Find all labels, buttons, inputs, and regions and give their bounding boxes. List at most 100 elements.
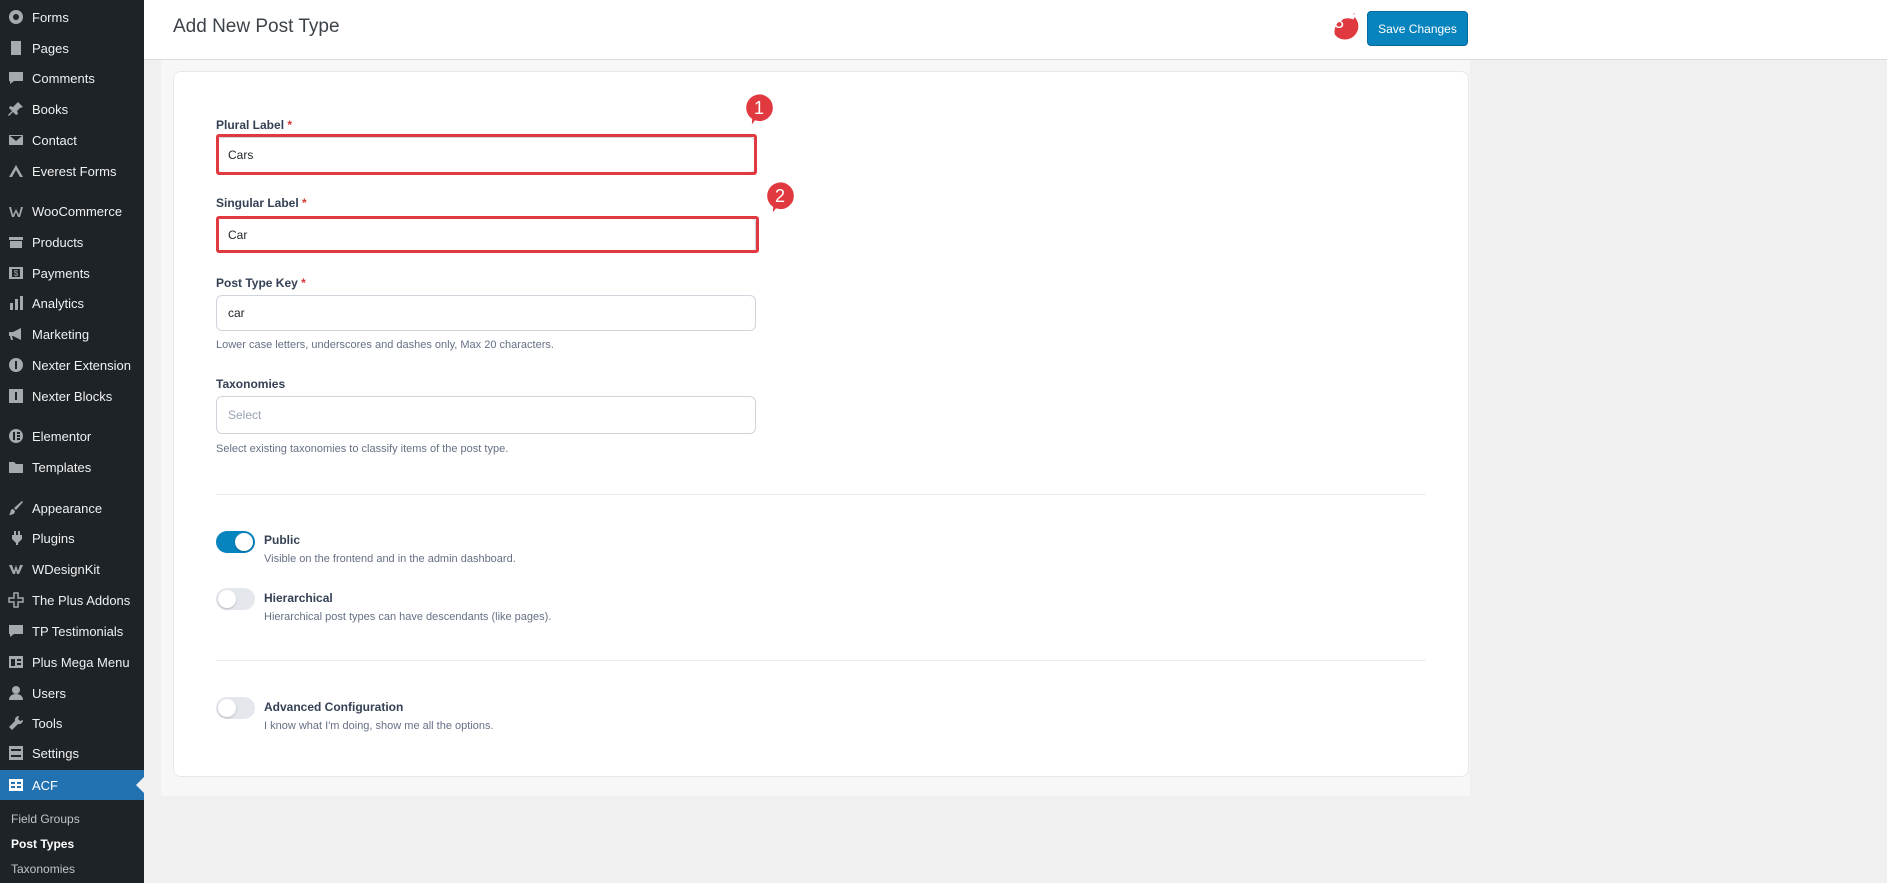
toggle-knob xyxy=(218,699,236,717)
section-divider xyxy=(216,660,1426,661)
sidebar-item-marketing[interactable]: Marketing xyxy=(0,320,144,348)
sidebar-item-label: Settings xyxy=(32,745,79,761)
advanced-configuration-desc: I know what I'm doing, show me all the o… xyxy=(264,720,494,732)
sidebar-item-label: Contact xyxy=(32,132,77,148)
plural-label-input[interactable] xyxy=(216,137,756,173)
hierarchical-toggle[interactable] xyxy=(216,588,255,610)
toggle-knob xyxy=(218,590,236,608)
taxonomies-heading: Taxonomies xyxy=(216,377,285,391)
sidebar-item-woocommerce[interactable]: WooCommerce xyxy=(0,197,144,225)
sidebar-item-books[interactable]: Books xyxy=(0,95,144,123)
sidebar-item-analytics[interactable]: Analytics xyxy=(0,289,144,317)
sidebar-item-nexter-extension[interactable]: Nexter Extension xyxy=(0,351,144,379)
sidebar-item-wdesignkit[interactable]: WDesignKit xyxy=(0,555,144,583)
paintbrush-icon xyxy=(7,499,25,517)
pages-icon xyxy=(7,39,25,57)
sidebar-item-label: Analytics xyxy=(32,295,85,311)
sidebar-item-settings[interactable]: Settings xyxy=(0,739,144,767)
step-marker-3: 3 xyxy=(1324,7,1360,42)
step-marker-number: 2 xyxy=(774,185,785,206)
step-marker-number: 3 xyxy=(1333,11,1344,32)
sidebar-item-label: Products xyxy=(32,234,84,250)
forms-icon xyxy=(7,8,25,26)
nexter-blocks-icon xyxy=(7,387,25,405)
sidebar-item-label: Nexter Blocks xyxy=(32,388,113,404)
page-title: Add New Post Type xyxy=(173,16,340,37)
acf-icon xyxy=(7,776,25,794)
sidebar-item-tools[interactable]: Tools xyxy=(0,709,144,737)
post-type-key-help: Lower case letters, underscores and dash… xyxy=(216,339,554,351)
post-type-key-input[interactable] xyxy=(216,295,756,331)
settings-icon xyxy=(7,744,25,762)
sidebar-item-payments[interactable]: $ Payments xyxy=(0,259,144,287)
sidebar-item-label: ACF xyxy=(32,777,58,793)
sidebar-item-label: Users xyxy=(32,685,66,701)
folder-icon xyxy=(7,458,25,476)
elementor-icon xyxy=(7,427,25,445)
sidebar-item-label: Tools xyxy=(32,715,63,731)
sidebar-item-label: Forms xyxy=(32,9,69,25)
section-divider xyxy=(216,494,1426,495)
sidebar-item-label: Pages xyxy=(32,40,69,56)
comments-icon xyxy=(7,69,25,87)
sidebar-item-label: WDesignKit xyxy=(32,561,100,577)
sidebar-item-appearance[interactable]: Appearance xyxy=(0,494,144,522)
singular-label-heading: Singular Label * xyxy=(216,196,307,210)
sidebar-item-tp-testimonials[interactable]: TP Testimonials xyxy=(0,617,144,645)
sidebar-item-label: Nexter Extension xyxy=(32,357,131,373)
mega-menu-icon xyxy=(7,653,25,671)
sidebar-item-everest-forms[interactable]: Everest Forms xyxy=(0,157,144,185)
taxonomies-label-text: Taxonomies xyxy=(216,377,286,391)
submenu-taxonomies[interactable]: Taxonomies xyxy=(11,862,75,876)
post-type-key-text: Post Type Key xyxy=(216,276,298,290)
sidebar-item-products[interactable]: Products xyxy=(0,228,144,256)
sidebar-item-label: Plugins xyxy=(32,530,75,546)
singular-label-text: Singular Label xyxy=(216,196,299,210)
submenu-post-types[interactable]: Post Types xyxy=(11,837,74,851)
sidebar-item-label: WooCommerce xyxy=(32,203,123,219)
testimonials-icon xyxy=(7,622,25,640)
singular-label-input[interactable] xyxy=(216,217,756,253)
sidebar-item-label: The Plus Addons xyxy=(32,592,131,608)
sidebar-item-acf[interactable]: ACF xyxy=(0,770,144,800)
required-marker: * xyxy=(301,276,306,290)
sidebar-item-pages[interactable]: Pages xyxy=(0,34,144,62)
sidebar-item-forms[interactable]: Forms xyxy=(0,3,144,31)
sidebar-item-the-plus-addons[interactable]: The Plus Addons xyxy=(0,586,144,614)
sidebar-item-nexter-blocks[interactable]: Nexter Blocks xyxy=(0,382,144,410)
sidebar-item-comments[interactable]: Comments xyxy=(0,64,144,92)
sidebar-item-users[interactable]: Users xyxy=(0,679,144,707)
public-toggle[interactable] xyxy=(216,531,255,553)
sidebar-item-contact[interactable]: Contact xyxy=(0,126,144,154)
advanced-configuration-toggle[interactable] xyxy=(216,697,255,719)
payments-icon: $ xyxy=(7,264,25,282)
wdesignkit-icon xyxy=(7,560,25,578)
megaphone-icon xyxy=(7,325,25,343)
sidebar-item-label: Everest Forms xyxy=(32,163,117,179)
page-header: Add New Post Type Save Changes xyxy=(144,0,1887,60)
sidebar-item-label: Comments xyxy=(32,70,95,86)
step-marker-1: 1 xyxy=(744,93,775,130)
sidebar-item-elementor[interactable]: Elementor xyxy=(0,422,144,450)
step-marker-2: 2 xyxy=(765,181,796,218)
plus-addons-icon xyxy=(7,591,25,609)
submenu-field-groups[interactable]: Field Groups xyxy=(11,812,80,826)
products-icon xyxy=(7,233,25,251)
sidebar-item-label: Appearance xyxy=(32,500,103,516)
required-marker: * xyxy=(302,196,307,210)
plural-label-heading: Plural Label * xyxy=(216,118,292,132)
sidebar-item-label: Marketing xyxy=(32,326,90,342)
public-toggle-desc: Visible on the frontend and in the admin… xyxy=(264,553,516,565)
taxonomies-select[interactable] xyxy=(216,396,756,434)
svg-text:$: $ xyxy=(14,269,19,278)
nexter-extension-icon xyxy=(7,356,25,374)
sidebar-item-plus-mega-menu[interactable]: Plus Mega Menu xyxy=(0,648,144,676)
sidebar-item-label: Elementor xyxy=(32,428,92,444)
save-changes-button[interactable]: Save Changes xyxy=(1367,11,1468,46)
sidebar-item-templates[interactable]: Templates xyxy=(0,453,144,481)
advanced-configuration-title: Advanced Configuration xyxy=(264,700,404,714)
hierarchical-toggle-desc: Hierarchical post types can have descend… xyxy=(264,611,552,623)
required-marker: * xyxy=(287,118,293,132)
sidebar-item-plugins[interactable]: Plugins xyxy=(0,524,144,552)
sidebar-item-label: Templates xyxy=(32,459,92,475)
